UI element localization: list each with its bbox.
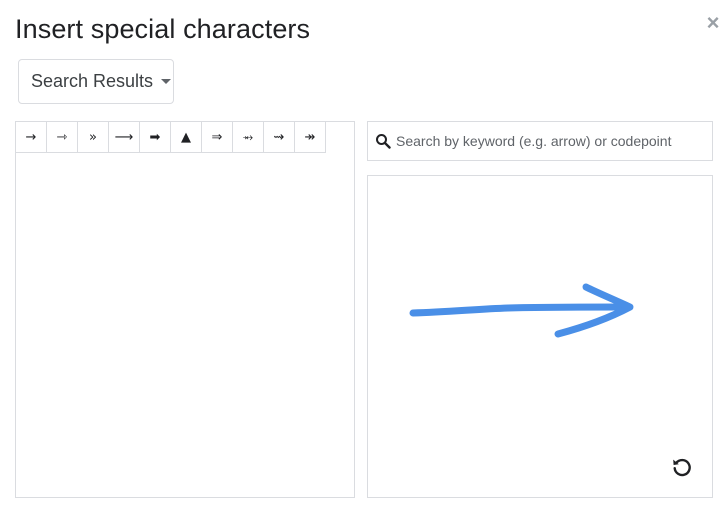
character-cell[interactable]: ⥇	[233, 122, 264, 153]
results-panel: → ⇾ » ⟶ ➡ ▲ ⇒ ⥇ ⇝ ↠	[15, 121, 355, 498]
reset-icon[interactable]	[670, 455, 694, 479]
category-dropdown-label: Search Results	[31, 71, 154, 91]
character-cell[interactable]: ⇒	[202, 122, 233, 153]
character-cell[interactable]: ⇝	[264, 122, 295, 153]
character-cell[interactable]: →	[16, 122, 47, 153]
search-input[interactable]	[396, 133, 706, 149]
dialog-title: Insert special characters	[15, 14, 311, 44]
search-icon	[374, 132, 392, 150]
drawn-arrow-stroke	[409, 283, 634, 338]
chevron-down-icon	[161, 79, 172, 84]
character-cell[interactable]: ⟶	[109, 122, 140, 153]
character-cell[interactable]: ⇾	[47, 122, 78, 153]
character-cell[interactable]: ▲	[171, 122, 202, 153]
character-cell[interactable]: ➡	[140, 122, 171, 153]
character-grid: → ⇾ » ⟶ ➡ ▲ ⇒ ⥇ ⇝ ↠	[16, 122, 326, 153]
close-button[interactable]: ×	[703, 12, 723, 34]
search-box	[367, 121, 713, 161]
category-dropdown[interactable]: Search Results	[18, 59, 174, 104]
character-cell[interactable]: ↠	[295, 122, 326, 153]
drawing-canvas[interactable]	[367, 175, 713, 498]
character-cell[interactable]: »	[78, 122, 109, 153]
